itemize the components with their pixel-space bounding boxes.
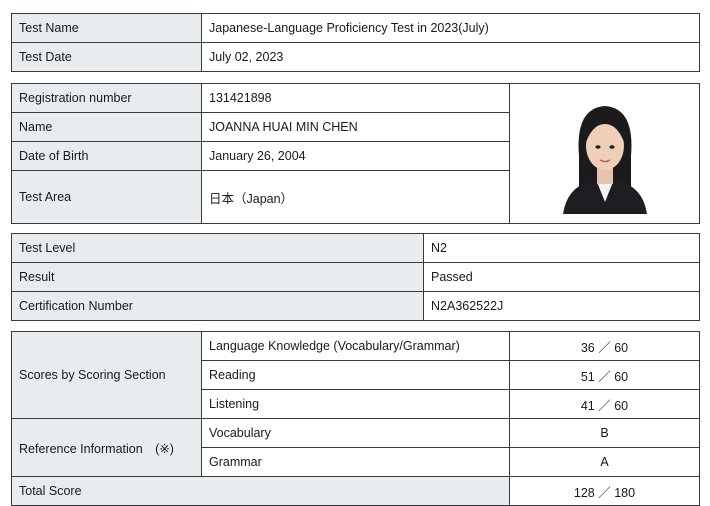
- listening-label: Listening: [201, 389, 510, 419]
- language-knowledge-score: 36 ／ 60: [509, 331, 700, 361]
- scoring-section-label: Scores by Scoring Section: [11, 331, 202, 419]
- registration-row: Registration number 131421898: [11, 83, 700, 224]
- reading-score: 51 ／ 60: [509, 360, 700, 390]
- test-name-label: Test Name: [11, 13, 202, 43]
- test-area-value: 日本（Japan）: [201, 170, 510, 224]
- grammar-label: Grammar: [201, 447, 510, 477]
- scores-table: Scores by Scoring Section Language Knowl…: [11, 331, 700, 506]
- test-area-label: Test Area: [11, 170, 202, 224]
- total-score-row: Total Score 128 ／ 180: [11, 476, 700, 506]
- registration-value: 131421898: [201, 83, 510, 113]
- listening-score: 41 ／ 60: [509, 389, 700, 419]
- test-level-label: Test Level: [11, 233, 424, 263]
- name-value: JOANNA HUAI MIN CHEN: [201, 112, 510, 142]
- examinee-table: Registration number 131421898 Name JOANN…: [11, 83, 700, 224]
- result-row: Result Passed: [11, 262, 700, 292]
- photo-cell: [509, 83, 700, 224]
- test-level-row: Test Level N2: [11, 233, 700, 263]
- test-name-row: Test Name Japanese-Language Proficiency …: [11, 13, 700, 43]
- total-score-label: Total Score: [11, 476, 510, 506]
- reading-label: Reading: [201, 360, 510, 390]
- dob-label: Date of Birth: [11, 141, 202, 171]
- result-table: Test Level N2 Result Passed Certificatio…: [11, 233, 700, 321]
- vocabulary-label: Vocabulary: [201, 418, 510, 448]
- certification-label: Certification Number: [11, 291, 424, 321]
- grammar-grade: A: [509, 447, 700, 477]
- reference-info-label: Reference Information (※): [11, 418, 202, 477]
- registration-label: Registration number: [11, 83, 202, 113]
- dob-value: January 26, 2004: [201, 141, 510, 171]
- certification-row: Certification Number N2A362522J: [11, 291, 700, 321]
- test-name-value: Japanese-Language Proficiency Test in 20…: [201, 13, 700, 43]
- language-knowledge-label: Language Knowledge (Vocabulary/Grammar): [201, 331, 510, 361]
- language-knowledge-row: Scores by Scoring Section Language Knowl…: [11, 331, 700, 419]
- test-date-row: Test Date July 02, 2023: [11, 42, 700, 72]
- test-level-value: N2: [423, 233, 700, 263]
- test-date-label: Test Date: [11, 42, 202, 72]
- result-value: Passed: [423, 262, 700, 292]
- test-info-table: Test Name Japanese-Language Proficiency …: [11, 13, 700, 72]
- examinee-photo: [556, 93, 653, 214]
- certification-value: N2A362522J: [423, 291, 700, 321]
- test-date-value: July 02, 2023: [201, 42, 700, 72]
- name-label: Name: [11, 112, 202, 142]
- vocabulary-grade: B: [509, 418, 700, 448]
- result-label: Result: [11, 262, 424, 292]
- vocabulary-row: Reference Information (※) Vocabulary B: [11, 418, 700, 477]
- total-score-value: 128 ／ 180: [509, 476, 700, 506]
